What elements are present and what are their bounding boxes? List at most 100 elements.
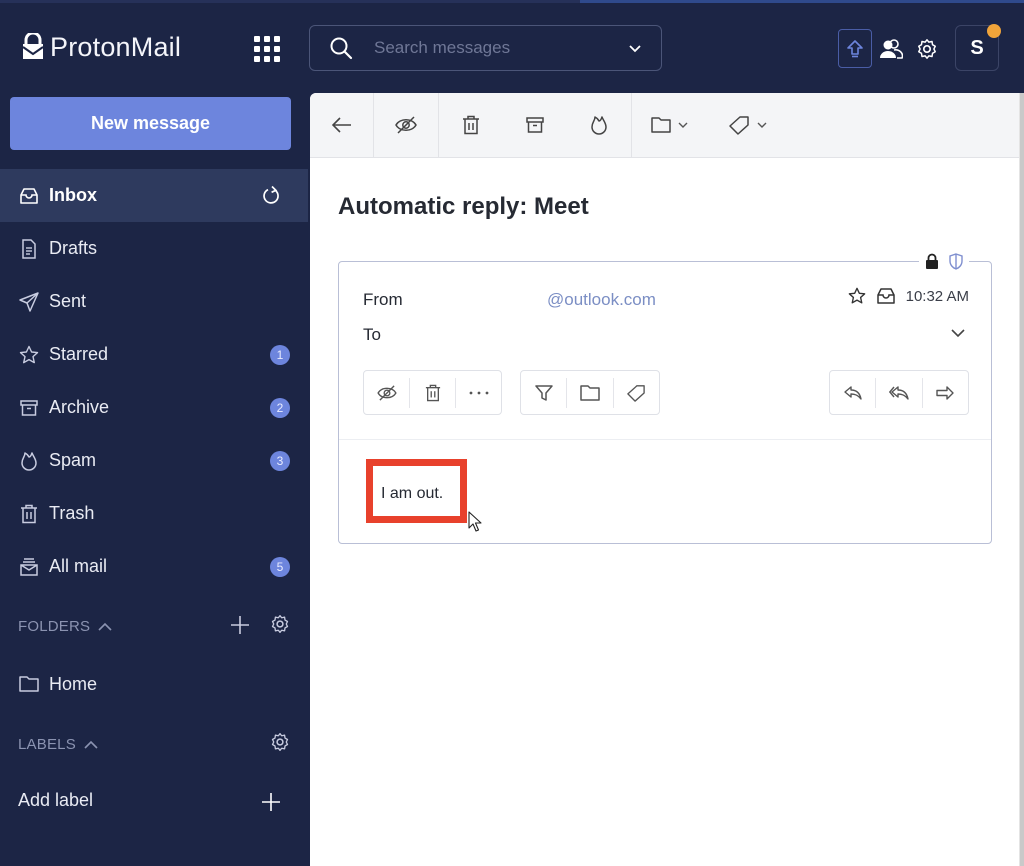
sidebar-item-label: All mail bbox=[49, 556, 108, 576]
add-label-plus-icon[interactable] bbox=[260, 791, 282, 813]
move-to-trash-button[interactable] bbox=[439, 93, 503, 157]
scrollbar[interactable] bbox=[1019, 93, 1024, 866]
sidebar-item-archive[interactable]: Archive 2 bbox=[0, 381, 308, 434]
mark-unread-button[interactable] bbox=[374, 93, 438, 157]
chevron-up-icon bbox=[84, 740, 98, 749]
reply-actions-group bbox=[829, 370, 969, 415]
star-icon[interactable] bbox=[848, 287, 866, 305]
move-to-folder-dropdown[interactable] bbox=[632, 93, 708, 157]
reply-all-button[interactable] bbox=[876, 370, 921, 415]
upgrade-arrow-icon bbox=[847, 39, 863, 57]
message-time: 10:32 AM bbox=[905, 287, 969, 305]
forward-button[interactable] bbox=[923, 370, 968, 415]
sidebar-item-label: Trash bbox=[49, 503, 95, 523]
inbox-location-icon bbox=[876, 288, 895, 304]
sidebar-item-label: Drafts bbox=[49, 238, 98, 258]
label-as-dropdown[interactable] bbox=[708, 93, 788, 157]
folders-header-label: FOLDERS bbox=[18, 618, 91, 635]
chevron-down-icon bbox=[678, 122, 688, 128]
sidebar-item-label: Spam bbox=[49, 450, 97, 470]
move-to-folder-button[interactable] bbox=[567, 370, 612, 415]
label-button[interactable] bbox=[614, 370, 659, 415]
to-label: To bbox=[363, 325, 381, 344]
star-icon bbox=[19, 345, 39, 365]
delete-button[interactable] bbox=[410, 370, 455, 415]
folder-icon bbox=[651, 117, 671, 133]
chevron-down-icon[interactable] bbox=[949, 324, 967, 342]
message-body: I am out. bbox=[381, 485, 444, 502]
message-meta: 10:32 AM bbox=[848, 287, 969, 305]
notification-dot bbox=[987, 24, 1001, 38]
folders-section-toggle[interactable]: FOLDERS bbox=[18, 618, 112, 635]
labels-header-label: LABELS bbox=[18, 736, 76, 753]
sidebar-item-starred[interactable]: Starred 1 bbox=[0, 328, 308, 381]
contacts-icon[interactable] bbox=[878, 36, 904, 62]
message-subject: Automatic reply: Meet bbox=[338, 193, 589, 220]
filter-button[interactable] bbox=[521, 370, 566, 415]
trash-icon bbox=[19, 504, 39, 524]
sender-address[interactable]: @outlook.com bbox=[547, 290, 656, 310]
move-to-archive-button[interactable] bbox=[503, 93, 567, 157]
sidebar-item-trash[interactable]: Trash bbox=[0, 487, 308, 540]
add-folder-plus-icon[interactable] bbox=[229, 614, 251, 636]
message-toolbar bbox=[310, 93, 1022, 158]
protonmail-logo[interactable]: ProtonMail bbox=[22, 30, 181, 64]
search-bar[interactable] bbox=[309, 25, 662, 71]
folder-label: Home bbox=[49, 674, 98, 694]
shield-icon[interactable] bbox=[949, 253, 963, 270]
search-options-chevron-icon[interactable] bbox=[627, 40, 643, 56]
reply-icon bbox=[843, 385, 862, 400]
unread-count-badge: 1 bbox=[270, 344, 290, 365]
search-icon[interactable] bbox=[328, 35, 354, 61]
mouse-pointer-icon bbox=[468, 511, 482, 532]
search-input[interactable] bbox=[374, 38, 627, 58]
mark-unread-button[interactable] bbox=[364, 370, 409, 415]
labels-section-toggle[interactable]: LABELS bbox=[18, 736, 98, 753]
settings-gear-icon[interactable] bbox=[914, 36, 940, 62]
proton-envelope-lock-icon bbox=[22, 33, 44, 59]
message-card: From @outlook.com To 10:32 AM I am out. bbox=[338, 253, 992, 544]
apps-grid-icon[interactable] bbox=[254, 36, 280, 62]
trash-icon bbox=[425, 384, 440, 401]
sidebar-item-spam[interactable]: Spam 3 bbox=[0, 434, 308, 487]
move-to-spam-button[interactable] bbox=[567, 93, 631, 157]
upgrade-button[interactable] bbox=[838, 29, 872, 68]
arrow-left-icon bbox=[331, 117, 351, 133]
more-options-button[interactable] bbox=[456, 370, 501, 415]
sidebar-item-inbox[interactable]: Inbox bbox=[0, 169, 308, 222]
window-top-edge bbox=[0, 0, 1024, 3]
chevron-down-icon bbox=[757, 122, 767, 128]
spam-flame-icon bbox=[19, 451, 39, 471]
back-button[interactable] bbox=[310, 93, 373, 157]
message-organize-group bbox=[520, 370, 660, 415]
refresh-icon[interactable] bbox=[260, 185, 282, 207]
eye-slash-icon bbox=[376, 384, 397, 401]
unread-count-badge: 5 bbox=[270, 556, 290, 577]
unread-count-badge: 3 bbox=[270, 450, 290, 471]
folders-settings-gear-icon[interactable] bbox=[269, 613, 291, 635]
sidebar-item-label: Archive bbox=[49, 397, 110, 417]
header-body-divider bbox=[339, 439, 991, 440]
reply-button[interactable] bbox=[830, 370, 875, 415]
drafts-icon bbox=[19, 238, 39, 259]
folder-icon bbox=[580, 384, 600, 401]
sidebar-item-label: Sent bbox=[49, 291, 87, 311]
sidebar-item-all-mail[interactable]: All mail 5 bbox=[0, 540, 308, 593]
reply-all-icon bbox=[889, 385, 909, 400]
sidebar-item-label: Starred bbox=[49, 344, 109, 364]
add-label-link[interactable]: Add label bbox=[18, 790, 93, 811]
new-message-button[interactable]: New message bbox=[10, 97, 291, 150]
avatar-initial: S bbox=[970, 36, 984, 59]
encryption-indicators bbox=[919, 253, 969, 270]
labels-settings-gear-icon[interactable] bbox=[269, 731, 291, 753]
sidebar-item-sent[interactable]: Sent bbox=[0, 275, 308, 328]
archive-icon bbox=[19, 398, 39, 418]
folder-item-home[interactable]: Home bbox=[0, 658, 308, 711]
inbox-icon bbox=[19, 186, 39, 206]
sidebar-item-drafts[interactable]: Drafts bbox=[0, 222, 308, 275]
forward-arrow-icon bbox=[936, 385, 955, 400]
tag-icon bbox=[729, 116, 749, 135]
user-avatar-button[interactable]: S bbox=[955, 24, 1001, 71]
logo-text: ProtonMail bbox=[50, 31, 182, 62]
spam-flame-icon bbox=[591, 116, 607, 135]
